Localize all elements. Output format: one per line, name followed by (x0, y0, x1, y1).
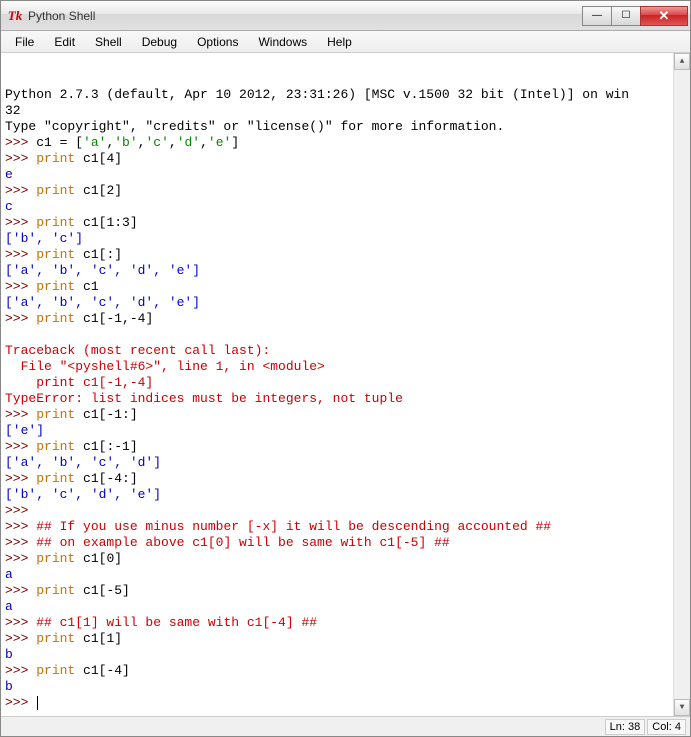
scroll-up-button[interactable]: ▲ (674, 53, 690, 70)
menu-shell[interactable]: Shell (85, 32, 132, 52)
maximize-button[interactable]: ☐ (611, 6, 641, 26)
window-controls: — ☐ ✕ (583, 6, 688, 26)
shell-line: b (5, 679, 686, 695)
shell-line: >>> print c1[-1:] (5, 407, 686, 423)
status-line: Ln: 38 (605, 719, 646, 735)
shell-line: a (5, 567, 686, 583)
shell-line: >>> ## on example above c1[0] will be sa… (5, 535, 686, 551)
menu-debug[interactable]: Debug (132, 32, 187, 52)
shell-line: >>> print c1[-1,-4] (5, 311, 686, 327)
shell-line: >>> print c1[-4] (5, 663, 686, 679)
shell-line: Traceback (most recent call last): (5, 343, 686, 359)
shell-line: TypeError: list indices must be integers… (5, 391, 686, 407)
shell-line: ['a', 'b', 'c', 'd'] (5, 455, 686, 471)
shell-line: File "<pyshell#6>", line 1, in <module> (5, 359, 686, 375)
menubar: File Edit Shell Debug Options Windows He… (1, 31, 690, 53)
close-icon: ✕ (659, 8, 670, 24)
app-icon: Tk (7, 8, 23, 24)
shell-line: >>> ## c1[1] will be same with c1[-4] ## (5, 615, 686, 631)
shell-line: >>> print c1 (5, 279, 686, 295)
window-title: Python Shell (28, 9, 583, 23)
shell-line: >>> (5, 503, 686, 519)
menu-file[interactable]: File (5, 32, 44, 52)
menu-edit[interactable]: Edit (44, 32, 85, 52)
minimize-icon: — (592, 10, 602, 21)
shell-content[interactable]: Python 2.7.3 (default, Apr 10 2012, 23:3… (1, 53, 690, 716)
shell-line: >>> (5, 695, 686, 711)
titlebar[interactable]: Tk Python Shell — ☐ ✕ (1, 1, 690, 31)
shell-line: Type "copyright", "credits" or "license(… (5, 119, 686, 135)
shell-line: e (5, 167, 686, 183)
text-cursor (37, 696, 38, 710)
status-col: Col: 4 (647, 719, 686, 735)
shell-line: ['b', 'c'] (5, 231, 686, 247)
shell-line: c (5, 199, 686, 215)
shell-line: >>> print c1[:-1] (5, 439, 686, 455)
menu-windows[interactable]: Windows (248, 32, 317, 52)
shell-line: >>> print c1[:] (5, 247, 686, 263)
shell-line (5, 327, 686, 343)
shell-line: ['b', 'c', 'd', 'e'] (5, 487, 686, 503)
menu-options[interactable]: Options (187, 32, 248, 52)
shell-line: >>> print c1[-5] (5, 583, 686, 599)
vertical-scrollbar[interactable]: ▲ ▼ (673, 53, 690, 716)
shell-line: 32 (5, 103, 686, 119)
shell-line: >>> c1 = ['a','b','c','d','e'] (5, 135, 686, 151)
shell-line: b (5, 647, 686, 663)
shell-line: >>> print c1[2] (5, 183, 686, 199)
shell-line: >>> print c1[0] (5, 551, 686, 567)
shell-line: ['a', 'b', 'c', 'd', 'e'] (5, 295, 686, 311)
app-window: Tk Python Shell — ☐ ✕ File Edit Shell De… (0, 0, 691, 737)
shell-line: >>> print c1[1:3] (5, 215, 686, 231)
shell-line: Python 2.7.3 (default, Apr 10 2012, 23:3… (5, 87, 686, 103)
shell-line: ['a', 'b', 'c', 'd', 'e'] (5, 263, 686, 279)
shell-line: >>> print c1[-4:] (5, 471, 686, 487)
shell-line: a (5, 599, 686, 615)
shell-line: >>> print c1[4] (5, 151, 686, 167)
shell-line: ['e'] (5, 423, 686, 439)
scroll-down-button[interactable]: ▼ (674, 699, 690, 716)
minimize-button[interactable]: — (582, 6, 612, 26)
close-button[interactable]: ✕ (640, 6, 688, 26)
shell-line: print c1[-1,-4] (5, 375, 686, 391)
shell-line: >>> ## If you use minus number [-x] it w… (5, 519, 686, 535)
menu-help[interactable]: Help (317, 32, 362, 52)
statusbar: Ln: 38 Col: 4 (1, 716, 690, 736)
maximize-icon: ☐ (622, 10, 631, 21)
shell-line: >>> print c1[1] (5, 631, 686, 647)
